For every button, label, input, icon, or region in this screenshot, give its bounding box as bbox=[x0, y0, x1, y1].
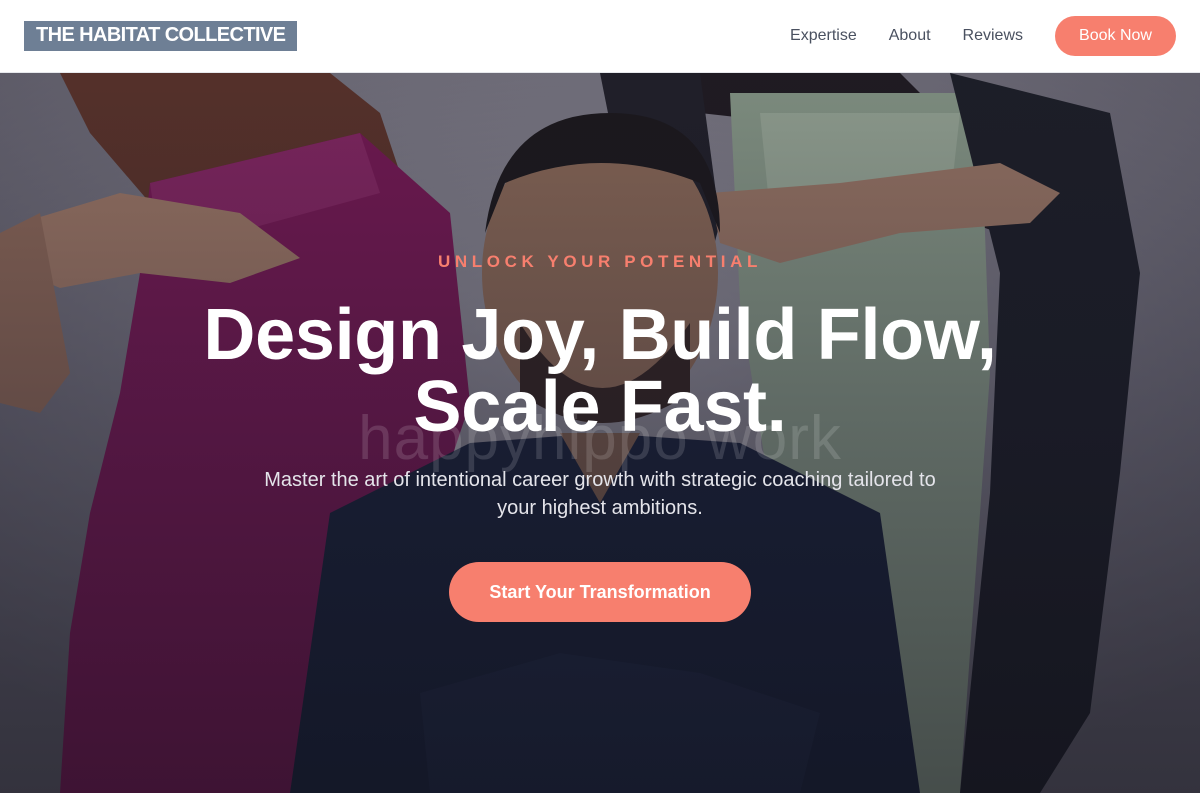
headline-line-2: Scale Fast. bbox=[413, 367, 787, 447]
hero-content: UNLOCK YOUR POTENTIAL Design Joy, Build … bbox=[0, 251, 1200, 622]
page-bottom-divider bbox=[0, 793, 1200, 800]
headline-line-1: Design Joy, Build Flow, bbox=[203, 295, 997, 375]
hero-eyebrow: UNLOCK YOUR POTENTIAL bbox=[438, 252, 762, 271]
main-nav: Expertise About Reviews Book Now bbox=[790, 16, 1176, 56]
nav-link-expertise[interactable]: Expertise bbox=[790, 27, 857, 45]
site-header: THE HABITAT COLLECTIVE Expertise About R… bbox=[0, 0, 1200, 73]
book-now-button[interactable]: Book Now bbox=[1055, 16, 1176, 56]
nav-link-about[interactable]: About bbox=[889, 27, 931, 45]
hero-section: happyhippo work UNLOCK YOUR POTENTIAL De… bbox=[0, 73, 1200, 793]
hero-headline: Design Joy, Build Flow, Scale Fast. bbox=[0, 299, 1200, 443]
hero-subtext: Master the art of intentional career gro… bbox=[264, 469, 936, 519]
start-transformation-button[interactable]: Start Your Transformation bbox=[449, 562, 751, 622]
nav-link-reviews[interactable]: Reviews bbox=[963, 27, 1023, 45]
brand-logo[interactable]: THE HABITAT COLLECTIVE bbox=[24, 21, 298, 51]
